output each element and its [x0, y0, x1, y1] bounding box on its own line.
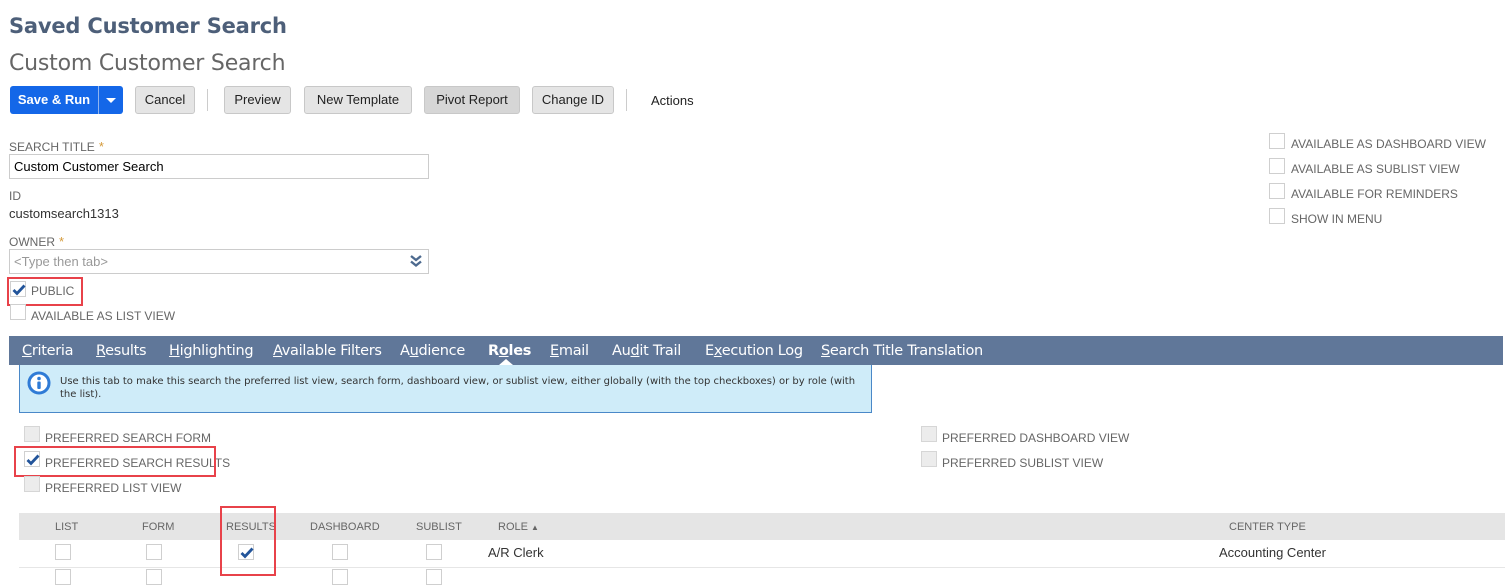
tab-highlighting[interactable]: Highlighting — [169, 343, 254, 359]
required-marker: * — [59, 234, 65, 249]
tab-search-title-translation[interactable]: Search Title Translation — [821, 343, 983, 359]
highlight-box — [7, 277, 83, 306]
tab-email[interactable]: Email — [550, 343, 589, 359]
tab-available-filters[interactable]: Available Filters — [273, 343, 382, 359]
save-and-run-button-group: Save & Run — [10, 86, 123, 114]
row-list-checkbox[interactable] — [55, 569, 71, 585]
save-and-run-button[interactable]: Save & Run — [10, 86, 98, 114]
show-in-menu-checkbox[interactable] — [1269, 208, 1285, 224]
preview-button[interactable]: Preview — [224, 86, 291, 114]
available-as-dashboard-view-checkbox[interactable] — [1269, 133, 1285, 149]
owner-label-text: OWNER — [9, 235, 55, 249]
tab-execution-log[interactable]: Execution Log — [705, 343, 803, 359]
preferred-search-form-checkbox[interactable] — [24, 426, 40, 442]
record-title: Custom Customer Search — [9, 51, 286, 76]
row-role: A/R Clerk — [488, 545, 544, 560]
search-title-label-text: SEARCH TITLE — [9, 140, 95, 154]
actions-menu[interactable]: Actions — [651, 93, 694, 108]
sort-ascending-icon: ▲ — [531, 523, 539, 532]
id-value: customsearch1313 — [9, 206, 119, 221]
available-as-list-view-checkbox[interactable] — [10, 304, 26, 320]
preferred-sublist-view-checkbox[interactable] — [921, 451, 937, 467]
column-header-sublist[interactable]: SUBLIST — [416, 521, 462, 533]
row-center-type: Accounting Center — [1219, 545, 1326, 560]
column-header-role-text: ROLE — [498, 521, 528, 533]
owner-select[interactable]: <Type then tab> — [9, 249, 429, 274]
pivot-report-button[interactable]: Pivot Report — [424, 86, 520, 114]
tab-roles[interactable]: Roles — [488, 343, 531, 359]
tab-audience[interactable]: Audience — [400, 343, 465, 359]
column-header-dashboard[interactable]: DASHBOARD — [310, 521, 380, 533]
preferred-search-form-label: PREFERRED SEARCH FORM — [45, 431, 212, 445]
required-marker: * — [98, 139, 104, 154]
row-form-checkbox[interactable] — [146, 544, 162, 560]
change-id-button[interactable]: Change ID — [532, 86, 614, 114]
info-message: Use this tab to make this search the pre… — [19, 365, 872, 413]
row-sublist-checkbox[interactable] — [426, 569, 442, 585]
preferred-list-view-label: PREFERRED LIST VIEW — [45, 481, 182, 495]
row-form-checkbox[interactable] — [146, 569, 162, 585]
available-as-dashboard-view-label: AVAILABLE AS DASHBOARD VIEW — [1291, 137, 1486, 151]
row-dashboard-checkbox[interactable] — [332, 569, 348, 585]
column-header-role[interactable]: ROLE ▲ — [498, 521, 539, 533]
toolbar-divider — [207, 89, 208, 111]
subtab-bar: Criteria Results Highlighting Available … — [9, 336, 1503, 365]
highlight-box — [14, 446, 216, 477]
id-label: ID — [9, 189, 21, 203]
double-chevron-down-icon[interactable] — [409, 254, 423, 268]
tab-results[interactable]: Results — [96, 343, 147, 359]
owner-placeholder: <Type then tab> — [14, 254, 108, 269]
search-title-input[interactable] — [9, 154, 429, 179]
row-list-checkbox[interactable] — [55, 544, 71, 560]
show-in-menu-label: SHOW IN MENU — [1291, 212, 1383, 226]
toolbar-divider — [626, 89, 627, 111]
info-text: Use this tab to make this search the pre… — [60, 376, 856, 400]
column-header-form[interactable]: FORM — [142, 521, 174, 533]
info-icon — [27, 371, 51, 395]
available-as-sublist-view-label: AVAILABLE AS SUBLIST VIEW — [1291, 162, 1460, 176]
available-for-reminders-label: AVAILABLE FOR REMINDERS — [1291, 187, 1458, 201]
column-header-list[interactable]: LIST — [55, 521, 78, 533]
preferred-sublist-view-label: PREFERRED SUBLIST VIEW — [942, 456, 1104, 470]
save-options-dropdown-icon[interactable] — [99, 86, 123, 114]
tab-criteria[interactable]: Criteria — [22, 343, 74, 359]
cancel-button[interactable]: Cancel — [135, 86, 195, 114]
available-as-sublist-view-checkbox[interactable] — [1269, 158, 1285, 174]
search-title-label: SEARCH TITLE * — [9, 139, 104, 154]
preferred-dashboard-view-checkbox[interactable] — [921, 426, 937, 442]
available-as-list-view-label: AVAILABLE AS LIST VIEW — [31, 309, 176, 323]
row-sublist-checkbox[interactable] — [426, 544, 442, 560]
preferred-list-view-checkbox[interactable] — [24, 476, 40, 492]
row-dashboard-checkbox[interactable] — [332, 544, 348, 560]
highlight-box — [220, 506, 276, 576]
preferred-dashboard-view-label: PREFERRED DASHBOARD VIEW — [942, 431, 1130, 445]
new-template-button[interactable]: New Template — [304, 86, 412, 114]
page-title: Saved Customer Search — [9, 14, 287, 38]
tab-audit-trail[interactable]: Audit Trail — [612, 343, 681, 359]
owner-label: OWNER * — [9, 234, 64, 249]
column-header-center-type[interactable]: CENTER TYPE — [1229, 521, 1306, 533]
available-for-reminders-checkbox[interactable] — [1269, 183, 1285, 199]
